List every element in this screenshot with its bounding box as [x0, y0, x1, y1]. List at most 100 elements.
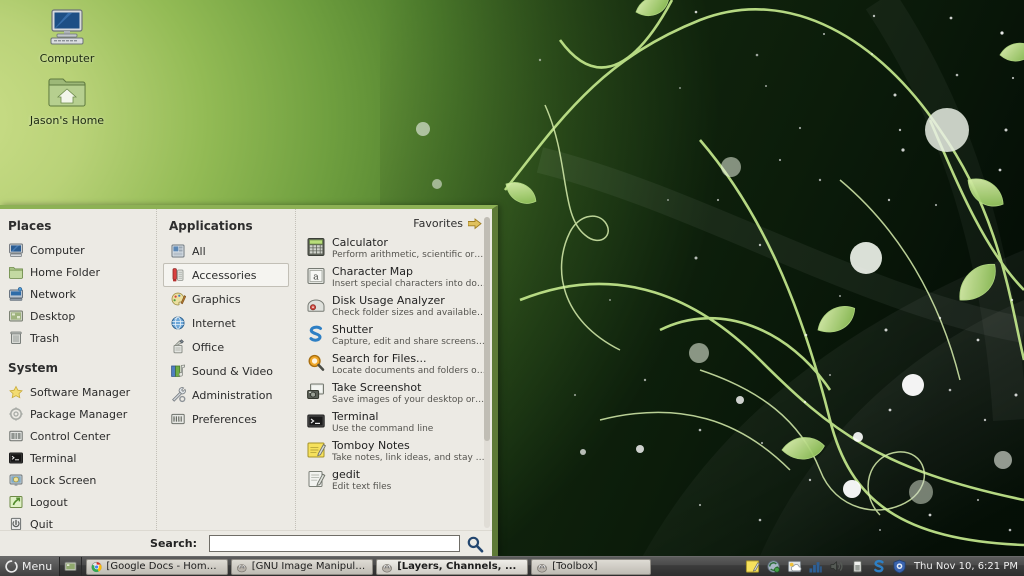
package-manager-icon — [9, 407, 23, 421]
system-item-software-manager[interactable]: Software Manager — [0, 381, 156, 403]
internet-icon — [171, 316, 185, 330]
window-list[interactable]: [Google Docs - Home -... [GNU Image Mani… — [82, 558, 741, 575]
system-monitor-icon[interactable] — [808, 559, 823, 574]
gimp-icon — [382, 563, 393, 572]
system-item-label: Software Manager — [30, 385, 131, 399]
app-description: Use the command line — [332, 424, 434, 434]
system-item-label: Package Manager — [30, 407, 128, 421]
arrow-right-icon — [468, 217, 482, 229]
category-graphics[interactable]: Graphics — [163, 287, 289, 311]
show-desktop-button[interactable] — [60, 556, 83, 576]
category-all[interactable]: All — [163, 239, 289, 263]
app-item[interactable]: Terminal Use the command line — [296, 408, 492, 437]
system-item-lock-screen[interactable]: Lock Screen — [0, 469, 156, 491]
category-office[interactable]: Office — [163, 335, 289, 359]
app-item[interactable]: Shutter Capture, edit and share screensh… — [296, 321, 492, 350]
battery-icon[interactable] — [850, 559, 865, 574]
app-item[interactable]: Search for Files... Locate documents and… — [296, 350, 492, 379]
weather-icon[interactable] — [787, 559, 802, 574]
terminal-icon — [307, 414, 325, 428]
app-item[interactable]: Tomboy Notes Take notes, link ideas, and… — [296, 437, 492, 466]
app-name: Disk Usage Analyzer — [332, 294, 445, 307]
app-item[interactable]: Calculator Perform arithmetic, scientifi… — [296, 234, 492, 263]
skype-icon[interactable] — [871, 559, 886, 574]
app-description: Check folder sizes and available di... — [332, 308, 486, 318]
system-item-package-manager[interactable]: Package Manager — [0, 403, 156, 425]
app-item[interactable]: a Character Map Insert special character… — [296, 263, 492, 292]
system-item-terminal[interactable]: Terminal — [0, 447, 156, 469]
software-manager-icon — [9, 385, 23, 399]
places-item-desktop[interactable]: Desktop — [0, 305, 156, 327]
applications-scrollbar[interactable] — [484, 217, 490, 528]
office-icon — [173, 339, 184, 354]
desktop-icon-home[interactable]: Jason's Home — [22, 70, 112, 127]
favorites-button[interactable]: Favorites — [296, 217, 492, 234]
category-accessories[interactable]: Accessories — [163, 263, 289, 287]
places-item-label: Computer — [30, 243, 85, 257]
sound-video-icon — [171, 364, 185, 377]
system-item-label: Terminal — [30, 451, 77, 465]
category-label: Office — [192, 340, 225, 354]
system-tray[interactable] — [741, 559, 914, 574]
desktop-icon-computer[interactable]: Computer — [22, 8, 112, 65]
search-files-icon — [308, 354, 325, 371]
window-title: [GNU Image Manipula... — [251, 561, 367, 572]
app-description: Locate documents and folders on t... — [332, 366, 486, 376]
system-header: System — [8, 361, 58, 375]
app-item[interactable]: Take Screenshot Save images of your desk… — [296, 379, 492, 408]
taskbar[interactable]: Menu [Google Docs - Home -... [GNU Image… — [0, 556, 1024, 576]
disk-usage-icon — [307, 299, 325, 312]
menu-search-bar[interactable]: Search: — [0, 530, 492, 556]
app-description: Perform arithmetic, scientific or fin... — [332, 250, 486, 260]
search-input[interactable] — [209, 535, 460, 552]
app-item[interactable]: gedit Edit text files — [296, 466, 492, 495]
category-internet[interactable]: Internet — [163, 311, 289, 335]
control-center-icon — [9, 430, 23, 442]
places-item-trash[interactable]: Trash — [0, 327, 156, 349]
system-item-control-center[interactable]: Control Center — [0, 425, 156, 447]
mint-menu-panel[interactable]: Places Computer Home Folder Network Desk… — [0, 205, 498, 556]
app-description: Insert special characters into docu... — [332, 279, 486, 289]
character-map-icon: a — [307, 267, 325, 285]
search-icon[interactable] — [466, 535, 484, 553]
category-administration[interactable]: Administration — [163, 383, 289, 407]
taskbar-menu-button[interactable]: Menu — [0, 556, 61, 576]
places-item-computer[interactable]: Computer — [0, 239, 156, 261]
svg-text:a: a — [313, 271, 319, 282]
taskbar-window-button[interactable]: [GNU Image Manipula... — [231, 558, 374, 575]
app-description: Take notes, link ideas, and stay or... — [332, 453, 486, 463]
taskbar-clock[interactable]: Thu Nov 10, 6:21 PM — [914, 561, 1024, 572]
lock-screen-icon — [9, 474, 23, 486]
administration-icon — [172, 387, 186, 403]
category-sound-video[interactable]: Sound & Video — [163, 359, 289, 383]
category-label: Internet — [192, 316, 236, 330]
taskbar-window-button[interactable]: [Toolbox] — [531, 558, 652, 575]
system-item-label: Control Center — [30, 429, 111, 443]
applications-list-column[interactable]: Favorites Calculator Perform arithmetic,… — [296, 209, 492, 530]
app-name: Search for Files... — [332, 352, 427, 365]
all-apps-icon — [171, 244, 185, 258]
app-item[interactable]: Disk Usage Analyzer Check folder sizes a… — [296, 292, 492, 321]
system-item-logout[interactable]: Logout — [0, 491, 156, 513]
taskbar-window-button[interactable]: [Google Docs - Home -... — [86, 558, 229, 575]
tomboy-tray-icon[interactable] — [745, 559, 760, 574]
trash-icon — [10, 331, 22, 345]
app-name: Character Map — [332, 265, 414, 278]
taskbar-window-button[interactable]: [Layers, Channels, ... — [376, 558, 529, 575]
places-item-home-folder[interactable]: Home Folder — [0, 261, 156, 283]
places-item-network[interactable]: Network — [0, 283, 156, 305]
system-item-label: Lock Screen — [30, 473, 97, 487]
app-name: Terminal — [332, 410, 379, 423]
show-desktop-icon — [64, 561, 77, 572]
category-preferences[interactable]: Preferences — [163, 407, 289, 431]
gedit-icon — [308, 471, 326, 487]
app-description: Capture, edit and share screenshots — [332, 337, 486, 347]
category-label: Preferences — [192, 412, 257, 426]
computer-icon — [9, 243, 23, 257]
chrome-icon — [91, 561, 102, 572]
update-manager-icon[interactable] — [766, 559, 781, 574]
volume-icon[interactable] — [829, 559, 844, 574]
taskbar-menu-label: Menu — [22, 560, 53, 573]
shield-icon[interactable] — [892, 559, 907, 574]
gimp-icon — [237, 563, 247, 572]
